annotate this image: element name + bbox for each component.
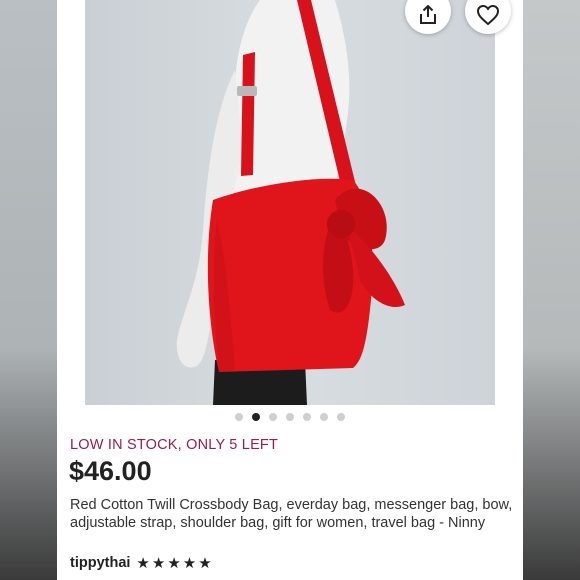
star-icon: ★ bbox=[167, 554, 181, 572]
rating-stars[interactable]: ★ ★ ★ ★ ★ bbox=[136, 556, 211, 571]
background-left bbox=[0, 0, 57, 580]
carousel-dot-1[interactable] bbox=[235, 413, 243, 421]
background-right bbox=[523, 0, 580, 580]
carousel-dot-6[interactable] bbox=[320, 413, 328, 421]
image-carousel-dots bbox=[57, 413, 523, 421]
seller-name[interactable]: tippythai bbox=[70, 555, 130, 571]
star-icon: ★ bbox=[151, 554, 166, 572]
product-photo[interactable] bbox=[85, 0, 495, 405]
carousel-dot-2[interactable] bbox=[252, 413, 260, 421]
carousel-dot-3[interactable] bbox=[269, 413, 277, 421]
star-icon: ★ bbox=[198, 554, 212, 572]
seller-row: tippythai ★ ★ ★ ★ ★ bbox=[70, 555, 212, 571]
carousel-dot-7[interactable] bbox=[337, 413, 345, 421]
product-illustration bbox=[176, 0, 405, 405]
price: $46.00 bbox=[69, 456, 152, 486]
star-icon: ★ bbox=[136, 554, 150, 572]
carousel-dot-5[interactable] bbox=[303, 413, 311, 421]
listing-card: LOW IN STOCK, ONLY 5 LEFT $46.00 Red Cot… bbox=[57, 0, 523, 580]
star-icon: ★ bbox=[182, 554, 197, 572]
carousel-dot-4[interactable] bbox=[286, 413, 294, 421]
share-icon bbox=[420, 5, 436, 24]
heart-icon bbox=[477, 5, 499, 25]
product-title: Red Cotton Twill Crossbody Bag, everday … bbox=[70, 497, 513, 531]
stock-status: LOW IN STOCK, ONLY 5 LEFT bbox=[70, 437, 279, 453]
